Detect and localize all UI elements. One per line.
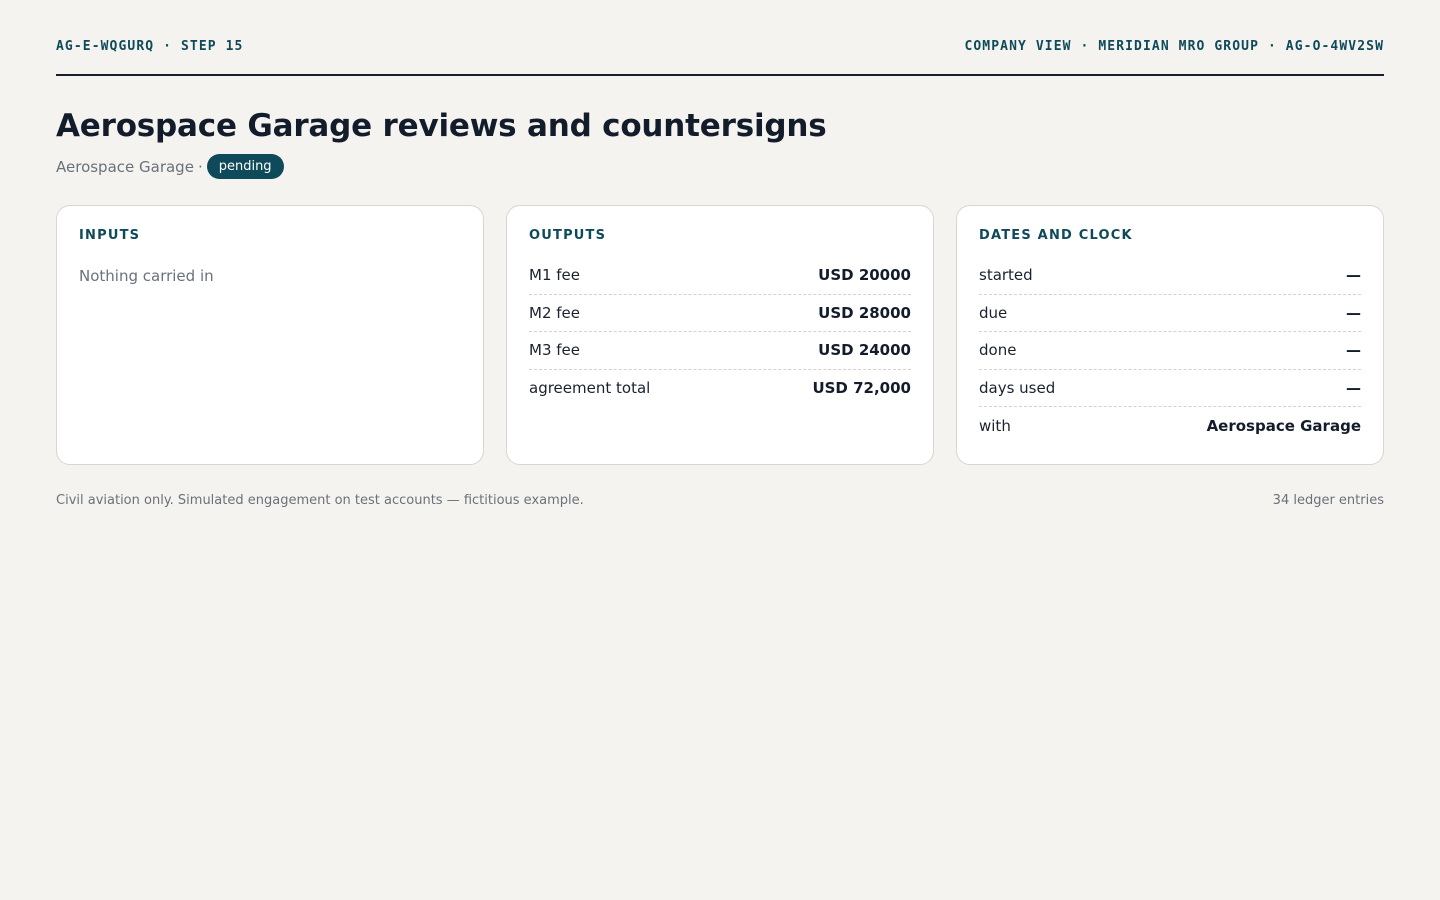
output-value: USD 24000 <box>818 341 911 360</box>
date-value: — <box>1346 341 1361 360</box>
dates-card-title: DATES AND CLOCK <box>979 228 1133 243</box>
date-row: with Aerospace Garage <box>979 407 1361 445</box>
output-row: M1 fee USD 20000 <box>529 257 911 295</box>
date-row: done — <box>979 332 1361 370</box>
page: AG-E-WQGURQ · STEP 15 COMPANY VIEW · MER… <box>0 0 1440 900</box>
subtitle-line: Aerospace Garage · pending <box>56 154 1384 179</box>
output-row: agreement total USD 72,000 <box>529 370 911 408</box>
date-value: — <box>1346 378 1361 397</box>
output-label: agreement total <box>529 379 651 398</box>
output-label: M1 fee <box>529 266 580 285</box>
date-value: — <box>1346 266 1361 285</box>
dates-list: started — due — done — days used — with <box>979 257 1361 445</box>
output-value: USD 20000 <box>818 266 911 285</box>
date-row: started — <box>979 257 1361 295</box>
output-row: M2 fee USD 28000 <box>529 295 911 332</box>
date-value: — <box>1346 303 1361 322</box>
date-value: Aerospace Garage <box>1206 416 1361 435</box>
status-badge: pending <box>206 154 284 179</box>
footer: Civil aviation only. Simulated engagemen… <box>56 493 1384 508</box>
company-view-identifier: COMPANY VIEW · MERIDIAN MRO GROUP · AG-O… <box>964 38 1384 54</box>
step-identifier: AG-E-WQGURQ · STEP 15 <box>56 38 244 54</box>
output-label: M3 fee <box>529 341 580 360</box>
top-bar: AG-E-WQGURQ · STEP 15 COMPANY VIEW · MER… <box>56 0 1384 76</box>
outputs-list: M1 fee USD 20000 M2 fee USD 28000 M3 fee… <box>529 257 911 407</box>
dates-card: DATES AND CLOCK started — due — done — d… <box>956 205 1384 465</box>
output-value: USD 72,000 <box>812 379 911 398</box>
output-row: M3 fee USD 24000 <box>529 332 911 370</box>
inputs-empty-text: Nothing carried in <box>79 267 214 285</box>
outputs-card: OUTPUTS M1 fee USD 20000 M2 fee USD 2800… <box>506 205 934 465</box>
output-value: USD 28000 <box>818 303 911 322</box>
date-label: done <box>979 341 1017 360</box>
date-label: due <box>979 303 1008 322</box>
date-label: days used <box>979 378 1056 397</box>
inputs-card: INPUTS Nothing carried in <box>56 205 484 465</box>
separator: · <box>197 157 203 176</box>
date-row: days used — <box>979 370 1361 407</box>
date-label: started <box>979 266 1033 285</box>
output-label: M2 fee <box>529 303 580 322</box>
party-name: Aerospace Garage <box>56 157 194 176</box>
inputs-card-title: INPUTS <box>79 228 141 243</box>
date-label: with <box>979 416 1011 435</box>
page-title: Aerospace Garage reviews and countersign… <box>56 108 827 144</box>
outputs-card-title: OUTPUTS <box>529 228 607 243</box>
cards-row: INPUTS Nothing carried in OUTPUTS M1 fee… <box>56 205 1384 465</box>
ledger-count: 34 ledger entries <box>1272 493 1384 508</box>
footer-disclaimer: Civil aviation only. Simulated engagemen… <box>56 493 584 508</box>
date-row: due — <box>979 295 1361 332</box>
